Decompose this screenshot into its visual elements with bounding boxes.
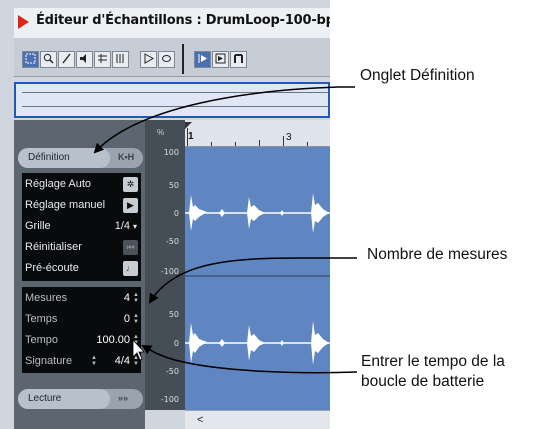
signature-value[interactable]: 4/4: [115, 352, 130, 371]
scale-label: 50: [168, 310, 179, 319]
grid-value[interactable]: 1/4: [115, 217, 130, 236]
callout-tempo-line2: boucle de batterie: [361, 373, 485, 390]
scale-label: -100: [160, 395, 179, 404]
ruler-mark: 3: [286, 132, 292, 143]
note-icon[interactable]: ♩: [123, 261, 138, 276]
signature-field[interactable]: Signature ▲ ▼ 4/4 ▲ ▼: [25, 352, 139, 371]
spin-arrows-icon[interactable]: ▲ ▼: [133, 313, 139, 325]
divider: [182, 44, 184, 74]
ruler-tick: [283, 136, 284, 146]
pencil-icon[interactable]: [58, 51, 75, 68]
scale-label: 50: [168, 181, 179, 190]
waveform-display[interactable]: [185, 147, 330, 410]
spin-arrows-icon[interactable]: ▲ ▼: [133, 355, 139, 367]
overview-line: [22, 106, 328, 107]
ruler-mark: 1: [188, 131, 194, 142]
percent-label: %: [157, 128, 165, 137]
callout-tempo-line1: Entrer le tempo de la: [361, 353, 505, 370]
grid-icon[interactable]: [112, 51, 129, 68]
reset-label: Réinitialiser: [25, 241, 82, 253]
manual-adjust-label: Réglage manuel: [25, 199, 106, 211]
spin-arrows-icon[interactable]: ▲ ▼: [91, 355, 97, 367]
preview-row[interactable]: Pré-écoute ♩: [25, 259, 138, 278]
ruler-tick: [235, 142, 236, 146]
scale-label: 0: [173, 339, 179, 348]
audition-icon[interactable]: [212, 51, 229, 68]
tempo-label: Tempo: [25, 334, 59, 346]
tempo-field[interactable]: Tempo 100.00 ▲ ▼: [25, 331, 139, 350]
tab-definition[interactable]: Définition: [18, 148, 110, 168]
resize-icon[interactable]: K•H: [118, 152, 134, 162]
fast-forward-icon[interactable]: »»: [118, 393, 128, 403]
waveform: [185, 193, 330, 365]
auto-adjust-label: Réglage Auto: [25, 178, 92, 190]
chevron-down-icon[interactable]: ▾: [133, 217, 137, 236]
auto-adjust-row[interactable]: Réglage Auto ✲: [25, 175, 138, 194]
tempo-fields-group: Mesures 4 ▲ ▼ Temps 0 ▲ ▼ Tempo 100.00 ▲ ▼ …: [22, 287, 141, 373]
time-ruler[interactable]: 1 3: [185, 120, 330, 147]
window-title: Éditeur d'Échantillons : DrumLoop-100-bp…: [36, 13, 330, 28]
playback-tab-row: Lecture »»: [18, 389, 143, 409]
grid-label: Grille: [25, 220, 51, 232]
beats-field[interactable]: Temps 0 ▲ ▼: [25, 310, 139, 329]
preview-label: Pré-écoute: [25, 262, 79, 274]
callout-bars: Nombre de mesures: [367, 246, 508, 263]
scrub-icon[interactable]: [94, 51, 111, 68]
callout-tab-definition: Onglet Définition: [360, 67, 475, 84]
toolbar: [14, 38, 330, 77]
loop-icon[interactable]: [158, 51, 175, 68]
bars-value[interactable]: 4: [124, 289, 130, 308]
play-icon[interactable]: [140, 51, 157, 68]
tempo-value[interactable]: 100.00: [96, 331, 130, 350]
signature-label: Signature: [25, 355, 73, 367]
grid-row[interactable]: Grille 1/4 ▾: [25, 217, 138, 236]
scale-label: -50: [165, 237, 179, 246]
bars-field[interactable]: Mesures 4 ▲ ▼: [25, 289, 139, 308]
amplitude-scale: % 100 50 0 -50 -100 50 0 -50 -100: [145, 120, 185, 410]
definition-panel: Définition K•H Réglage Auto ✲ Réglage ma…: [14, 120, 145, 429]
manual-adjust-row[interactable]: Réglage manuel ▶: [25, 196, 138, 215]
spin-arrows-icon[interactable]: ▲ ▼: [133, 334, 139, 346]
gear-icon[interactable]: ✲: [123, 177, 138, 192]
zoom-icon[interactable]: [40, 51, 57, 68]
range-select-icon[interactable]: [22, 51, 39, 68]
beats-label: Temps: [25, 313, 58, 325]
sample-editor-screenshot: Éditeur d'Échantillons : DrumLoop-100-bp…: [0, 0, 330, 429]
snap-icon[interactable]: [194, 51, 211, 68]
auto-settings-group: Réglage Auto ✲ Réglage manuel ▶ Grille 1…: [22, 173, 141, 281]
overview-line: [22, 92, 328, 93]
cursor-icon[interactable]: ▶: [123, 198, 138, 213]
scroll-left-icon[interactable]: <: [197, 414, 203, 426]
speaker-icon[interactable]: [76, 51, 93, 68]
bars-label: Mesures: [25, 292, 68, 304]
app-flag-icon: [18, 15, 29, 29]
scale-label: 0: [173, 209, 179, 218]
definition-tab-row: Définition K•H: [18, 148, 143, 168]
spin-arrows-icon[interactable]: ▲ ▼: [133, 292, 139, 304]
ruler-tick: [211, 142, 212, 146]
mode-icon[interactable]: [230, 51, 247, 68]
scale-label: -100: [160, 267, 179, 276]
ruler-tick: [307, 142, 308, 146]
ruler-tick: [259, 140, 260, 146]
scale-label: -50: [165, 367, 179, 376]
scale-label: 100: [163, 148, 179, 157]
reset-row[interactable]: Réinitialiser ⏮: [25, 238, 138, 257]
beats-value[interactable]: 0: [124, 310, 130, 329]
overview-strip[interactable]: [14, 82, 330, 118]
reset-icon[interactable]: ⏮: [123, 240, 138, 255]
tab-playback[interactable]: Lecture: [18, 389, 110, 409]
horizontal-scrollbar[interactable]: <: [185, 410, 330, 429]
title-bar: Éditeur d'Échantillons : DrumLoop-100-bp…: [14, 8, 330, 39]
